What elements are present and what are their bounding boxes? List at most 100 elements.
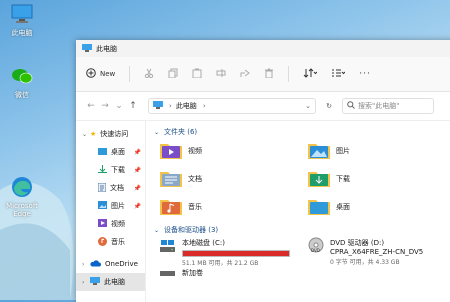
sidebar-item-label: 图片 [111,202,125,210]
documents-folder-icon [97,182,107,194]
breadcrumb[interactable]: 此电脑 [176,101,197,111]
sidebar-item-pictures[interactable]: 图片 📌 [76,197,145,215]
folder-downloads[interactable]: 下载 [308,167,450,191]
drive-usage-bar [182,250,290,257]
documents-folder-icon [160,169,182,189]
desktop-icon-wechat[interactable]: 微信 [0,66,44,100]
pin-icon: 📌 [133,148,141,156]
music-folder-icon [98,236,107,248]
rename-button[interactable] [216,68,226,80]
pin-icon: 📌 [133,166,141,174]
folder-label: 图片 [336,147,350,155]
sidebar-item-this-pc[interactable]: › 此电脑 [76,273,145,291]
chevron-down-icon: ⌄ [154,226,160,234]
cut-button[interactable] [144,68,154,80]
download-folder-icon [98,165,107,175]
folders-grid: 视频 图片 文档 下载 音乐 桌面 [154,139,450,219]
desktop-folder-icon [98,147,107,157]
drive-name: 本地磁盘 (C:) [182,239,225,247]
wechat-icon [0,66,44,88]
search-input[interactable]: 搜索"此电脑" [342,98,434,114]
hard-drive-icon [160,237,176,255]
drives-grid: 本地磁盘 (C:) 51.1 MB 可用，共 21.2 GB DVD DVD 驱… [154,237,450,297]
folder-label: 下载 [336,175,350,183]
more-button[interactable]: ··· [359,69,371,79]
refresh-icon: ↻ [326,102,332,110]
computer-icon [82,43,92,54]
delete-icon [264,68,274,80]
paste-icon [192,68,202,80]
folder-videos[interactable]: 视频 [160,139,308,163]
plus-icon [86,68,96,80]
cut-icon [144,68,154,80]
pin-icon: 📌 [133,202,141,210]
paste-button[interactable] [192,68,202,80]
window-title: 此电脑 [96,44,117,53]
drive-d[interactable]: DVD DVD 驱动器 (D:) CPRA_X64FRE_ZH-CN_DV5 0… [308,237,450,267]
desktop-wallpaper-shape [0,182,74,300]
forward-arrow-icon[interactable]: → [98,101,112,111]
sort-icon [303,68,318,80]
more-icon: ··· [359,69,371,79]
cloud-icon [90,259,101,269]
chevron-down-icon[interactable]: ⌄ [112,101,126,111]
chevron-down-icon[interactable]: ⌄ [305,102,311,110]
edge-icon [0,176,44,200]
sidebar-item-label: OneDrive [105,260,138,268]
drives-group-header[interactable]: ⌄ 设备和驱动器 (3) [154,223,450,237]
file-explorer-window: 此电脑 New ··· ← → ⌄ ↑ › 此电脑 › ⌄ ↻ 搜索"此电脑" … [76,40,450,302]
sidebar-item-label: 快速访问 [100,130,129,138]
sidebar-item-videos[interactable]: 视频 [76,215,145,233]
address-bar[interactable]: › 此电脑 › ⌄ [148,98,316,114]
drive-third[interactable]: 新加卷 [160,267,308,297]
group-title: 文件夹 (6) [164,128,198,136]
desktop-icon-this-pc[interactable]: 此电脑 [0,4,44,38]
folder-label: 音乐 [188,203,202,211]
sidebar-item-label: 文档 [110,184,124,192]
computer-icon [153,101,163,111]
content-pane: ⌄ 文件夹 (6) 视频 图片 文档 下载 音乐 桌面 ⌄ 设备和驱动器 (3)… [146,121,450,302]
sidebar-item-label: 桌面 [111,148,125,156]
folders-group-header[interactable]: ⌄ 文件夹 (6) [154,125,450,139]
folder-music[interactable]: 音乐 [160,195,308,219]
folder-documents[interactable]: 文档 [160,167,308,191]
rename-icon [216,68,226,80]
pin-icon: 📌 [133,184,141,192]
divider [288,66,290,82]
folder-desktop[interactable]: 桌面 [308,195,450,219]
desktop-icon-label: Microsoft Edge [6,202,38,218]
sidebar-item-onedrive[interactable]: › OneDrive [76,255,145,273]
back-arrow-icon[interactable]: ← [84,101,98,111]
view-button[interactable] [331,68,346,80]
sort-button[interactable] [303,68,318,80]
folder-label: 文档 [188,175,202,183]
breadcrumb-chevron[interactable]: › [203,102,206,110]
drive-label: CPRA_X64FRE_ZH-CN_DV5 [330,248,424,256]
folder-pictures[interactable]: 图片 [308,139,450,163]
copy-icon [168,68,178,80]
pictures-folder-icon [308,141,330,161]
drive-size: 0 字节 可用，共 4.33 GB [330,259,400,266]
sidebar-item-quick-access[interactable]: ⌄ ★ 快速访问 [76,125,145,143]
sidebar-item-downloads[interactable]: 下载 📌 [76,161,145,179]
new-button[interactable]: New [86,68,115,80]
copy-button[interactable] [168,68,178,80]
star-icon: ★ [90,130,97,138]
refresh-button[interactable]: ↻ [322,98,336,114]
share-button[interactable] [240,68,251,80]
drive-c[interactable]: 本地磁盘 (C:) 51.1 MB 可用，共 21.2 GB [160,237,308,267]
title-bar[interactable]: 此电脑 [76,40,450,57]
sidebar-item-documents[interactable]: 文档 📌 [76,179,145,197]
sidebar-item-music[interactable]: 音乐 [76,233,145,251]
desktop-icon-label: 此电脑 [11,29,33,37]
desktop-folder-icon [308,197,330,217]
up-arrow-icon[interactable]: ↑ [126,101,140,111]
sidebar-item-desktop[interactable]: 桌面 📌 [76,143,145,161]
delete-button[interactable] [264,68,274,80]
share-icon [240,68,251,80]
hard-drive-icon [160,267,176,285]
pictures-folder-icon [98,201,107,211]
drive-name: DVD 驱动器 (D:) [330,239,385,247]
desktop-icon-edge[interactable]: Microsoft Edge [0,176,44,218]
sidebar-item-label: 音乐 [111,238,125,246]
